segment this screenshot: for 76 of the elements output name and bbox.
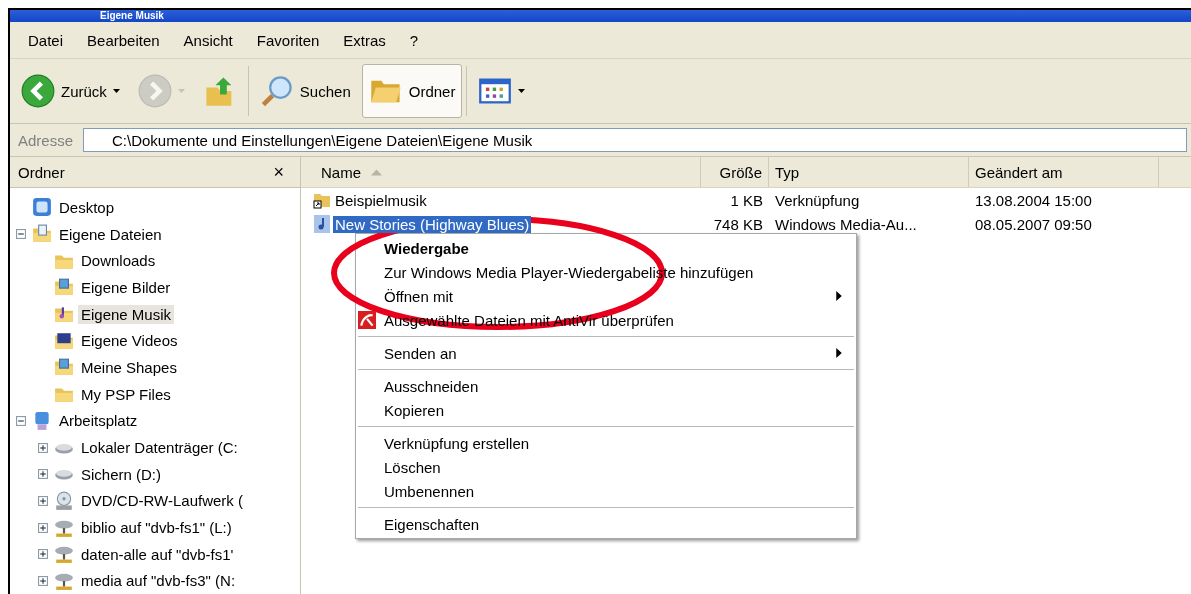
expand-icon[interactable] [38,495,48,506]
table-cell-text: 748 KB [712,215,764,233]
column-header[interactable]: Geändert am [969,157,1159,187]
expand-icon[interactable] [38,549,48,560]
menu-item[interactable]: Ansicht [171,31,245,49]
tree-item[interactable]: DVD/CD-RW-Laufwerk ( [78,491,246,511]
menu-item[interactable]: Senden an [356,341,856,365]
tree-item[interactable]: media auf "dvb-fs3" (N: [78,571,239,591]
submenu-arrow-icon [836,348,842,358]
tree-item[interactable]: Eigene Musik [78,304,175,324]
back-button[interactable]: Zurück [14,64,127,118]
expand-icon[interactable] [38,575,48,586]
picture-folder-icon [54,277,74,298]
submenu-arrow-icon [836,291,842,301]
dropdown-arrow-icon [177,89,185,93]
menu-item[interactable]: Favoriten [244,31,332,49]
table-cell-text: Verknüpfung [774,191,861,209]
tree-item[interactable]: Eigene Bilder [78,277,174,297]
menu-item[interactable]: Wiedergabe [356,236,856,260]
expand-icon[interactable] [38,522,48,533]
menu-item[interactable]: Datei [16,31,76,49]
collapse-icon[interactable] [16,229,26,240]
tree-item[interactable]: Desktop [56,197,118,217]
table-cell-text: Windows Media-Au... [774,215,918,233]
tree-item[interactable]: Eigene Dateien [56,224,165,244]
cd-drive-icon [54,490,74,511]
table-cell-text: 13.08.2004 15:00 [974,191,1093,209]
tree-item[interactable]: Arbeitsplatz [56,411,141,431]
search-button[interactable]: Suchen [252,64,358,118]
column-header[interactable]: Typ [769,157,969,187]
file-name[interactable]: New Stories (Highway Blues) [333,215,532,233]
documents-folder-icon [32,224,52,245]
dropdown-arrow-icon [112,89,120,93]
menu-item[interactable]: Verknüpfung erstellen [356,431,856,455]
menu-item[interactable]: Umbenennen [356,479,856,503]
menu-item[interactable]: Kopieren [356,398,856,422]
music-folder-icon [54,304,74,325]
dropdown-arrow-icon [518,89,526,93]
expand-icon[interactable] [38,442,48,453]
tree-item[interactable]: Lokaler Datenträger (C: [78,438,241,458]
menu-item[interactable]: Extras [331,31,398,49]
file-name[interactable]: Beispielmusik [333,191,429,209]
search-icon [259,74,294,108]
desktop-icon [32,197,52,218]
network-drive-icon [54,544,74,565]
address-field[interactable]: C:\Dokumente und Einstellungen\Eigene Dateien\Eigene Musik [83,128,1187,152]
column-header[interactable]: Größe [701,157,769,187]
table-cell-text: 08.05.2007 09:50 [974,215,1093,233]
pane-title: Ordner [18,163,65,181]
window-title: Eigene Musik [100,10,164,22]
menu-item[interactable]: Eigenschaften [356,512,856,536]
tree-item[interactable]: daten-alle auf "dvb-fs1' [78,544,237,564]
sort-arrow-icon [371,168,382,176]
tree-item[interactable]: Sichern (D:) [78,464,165,484]
menu-item[interactable]: ? [397,31,431,49]
menu-item[interactable]: Löschen [356,455,856,479]
address-label: Adresse [17,131,75,149]
tree-item[interactable]: My PSP Files [78,384,174,404]
folder-shortcut-icon [313,191,331,209]
menu-item[interactable]: Öffnen mit [356,284,856,308]
column-header[interactable]: Name [301,157,701,187]
menu-item[interactable]: Ausschneiden [356,374,856,398]
music-note-icon [313,215,331,233]
collapse-icon[interactable] [16,415,26,426]
expand-icon[interactable] [38,469,48,480]
tree-item[interactable]: Eigene Videos [78,331,181,351]
tree-item[interactable]: Downloads [78,251,159,271]
close-button[interactable]: × [265,162,292,182]
table-cell-text: 1 KB [729,191,764,209]
video-folder-icon [54,330,74,351]
computer-icon [32,410,52,431]
tree-item[interactable]: Meine Shapes [78,357,180,377]
folders-button[interactable]: Ordner [361,64,463,118]
picture-folder-icon [54,357,74,378]
tree-item[interactable]: biblio auf "dvb-fs1" (L:) [78,518,235,538]
menu-item[interactable]: Bearbeiten [75,31,172,49]
